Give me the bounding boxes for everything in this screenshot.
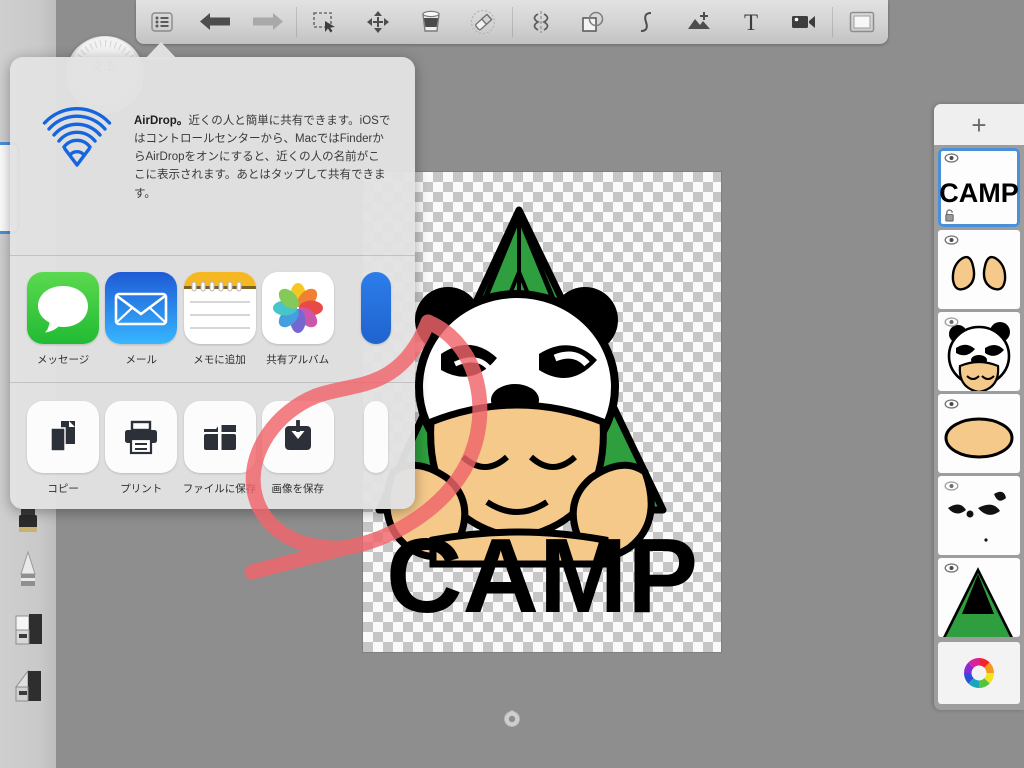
share-app-messages[interactable]: メッセージ: [24, 271, 102, 367]
save-image-icon: [261, 401, 334, 474]
layer-item-face-detail[interactable]: [938, 476, 1020, 556]
action-more[interactable]: [337, 401, 415, 496]
messages-icon: [27, 271, 100, 344]
more-app-icon: [360, 271, 391, 344]
tool-pencil[interactable]: [6, 548, 50, 602]
more-action-icon: [363, 401, 388, 474]
toolbar-redo-button[interactable]: [241, 0, 294, 44]
share-actions-grid: コピー プリント ファイルに保存 画像を保存: [10, 383, 415, 506]
symmetry-icon: [533, 11, 549, 33]
video-icon: [792, 16, 816, 28]
action-print[interactable]: プリント: [102, 401, 180, 496]
photos-icon: [261, 271, 334, 344]
eraser-icon: [471, 9, 496, 35]
action-copy[interactable]: コピー: [24, 401, 102, 496]
artwork-illustration: CAMP: [375, 206, 698, 635]
move-icon: [366, 11, 389, 33]
marker-tool-icon: [15, 614, 42, 645]
share-app-more[interactable]: [337, 271, 415, 367]
toolbar-separator: [511, 7, 513, 37]
redo-arrow-icon: [252, 13, 283, 30]
eye-icon[interactable]: [944, 481, 959, 491]
layers-panel: + CAMP: [934, 104, 1024, 710]
toolbar-symmetry-button[interactable]: [514, 0, 567, 44]
svg-text:CAMP: CAMP: [939, 178, 1019, 208]
share-sheet-tail: [144, 42, 178, 60]
list-icon: [151, 12, 174, 32]
layer-item-ears[interactable]: [938, 230, 1020, 310]
share-app-mail[interactable]: メール: [102, 271, 180, 367]
share-sheet-popover: AirDrop。近くの人と簡単に共有できます。iOSではコントロールセンターから…: [10, 57, 415, 509]
toolbar-text-button[interactable]: T: [725, 0, 778, 44]
airdrop-description: AirDrop。近くの人と簡単に共有できます。iOSではコントロールセンターから…: [134, 112, 391, 203]
toolbar-shapes-button[interactable]: [567, 0, 620, 44]
share-app-label: メモに追加: [193, 353, 246, 366]
action-label: 画像を保存: [271, 483, 324, 496]
app-root: CAMP T AirDrop。近くの人と簡単に共有できます。iOSではコントロー…: [0, 0, 1024, 768]
toolbar-video-button[interactable]: [778, 0, 831, 44]
layer-item-face-oval[interactable]: [938, 394, 1020, 474]
add-layer-button[interactable]: +: [934, 104, 1024, 146]
copy-icon: [27, 401, 100, 474]
toolbar-eraser-button[interactable]: [457, 0, 510, 44]
camp-text: CAMP: [386, 517, 698, 635]
toolbar-canvas-button[interactable]: [835, 0, 888, 44]
undo-arrow-icon: [199, 13, 230, 30]
toolbar-list-button[interactable]: [136, 0, 189, 44]
eye-icon[interactable]: [944, 399, 959, 409]
printer-icon: [105, 401, 178, 474]
action-save-image[interactable]: 画像を保存: [259, 401, 337, 496]
pencil-tool-icon: [20, 550, 36, 586]
toolbar-bucket-button[interactable]: [404, 0, 457, 44]
tool-marker[interactable]: [6, 608, 50, 662]
airdrop-title: AirDrop。: [134, 115, 189, 127]
share-app-label: メール: [125, 353, 158, 366]
color-wheel-icon: [963, 656, 995, 689]
layer-item-panda-face[interactable]: [938, 312, 1020, 392]
svg-text:T: T: [744, 10, 758, 34]
selection-marquee-icon: [313, 12, 336, 33]
layer-item-camp[interactable]: CAMP: [938, 148, 1020, 228]
action-label: コピー: [47, 483, 79, 496]
layer-item-tent[interactable]: [938, 558, 1020, 637]
canvas-icon: [849, 11, 874, 33]
color-wheel-button[interactable]: [938, 641, 1020, 704]
text-icon: T: [744, 10, 758, 34]
toolbar-selection-button[interactable]: [299, 0, 352, 44]
eye-icon[interactable]: [944, 235, 959, 245]
tool-brush[interactable]: [6, 665, 50, 719]
airdrop-body: 近くの人と簡単に共有できます。iOSではコントロールセンターから、MacではFi…: [134, 115, 391, 200]
airdrop-icon: [42, 106, 112, 167]
toolbar-move-button[interactable]: [352, 0, 405, 44]
mail-icon: [105, 271, 178, 344]
toolbar-separator: [832, 7, 834, 37]
share-apps-grid: メッセージ メール メモに追加 共有アルバム: [10, 256, 415, 377]
bottom-rotate-handle[interactable]: [503, 710, 521, 728]
notes-icon: [183, 271, 256, 344]
toolbar-add-image-button[interactable]: [672, 0, 725, 44]
share-app-shared-album[interactable]: 共有アルバム: [259, 271, 337, 367]
action-save-to-files[interactable]: ファイルに保存: [180, 401, 258, 496]
action-label: ファイルに保存: [182, 483, 257, 496]
action-label: プリント: [120, 483, 163, 496]
top-toolbar: T: [136, 0, 888, 44]
shapes-icon: [582, 11, 604, 32]
curve-icon: [641, 12, 652, 32]
unlock-icon[interactable]: [944, 209, 955, 222]
share-app-notes[interactable]: メモに追加: [180, 271, 258, 367]
toolbar-undo-button[interactable]: [189, 0, 242, 44]
share-app-label: 共有アルバム: [266, 353, 330, 366]
brush-tool-icon: [15, 669, 41, 702]
airdrop-row[interactable]: AirDrop。近くの人と簡単に共有できます。iOSではコントロールセンターから…: [10, 57, 415, 225]
add-image-icon: [687, 12, 710, 29]
share-app-label: メッセージ: [36, 353, 90, 366]
eye-icon[interactable]: [944, 317, 959, 327]
bucket-fill-icon: [421, 10, 440, 32]
toolbar-curve-button[interactable]: [620, 0, 673, 44]
eye-icon[interactable]: [944, 153, 959, 163]
save-to-files-icon: [183, 401, 256, 474]
eye-icon[interactable]: [944, 563, 959, 573]
toolbar-separator: [295, 7, 297, 37]
drawing-canvas[interactable]: CAMP: [363, 172, 721, 652]
